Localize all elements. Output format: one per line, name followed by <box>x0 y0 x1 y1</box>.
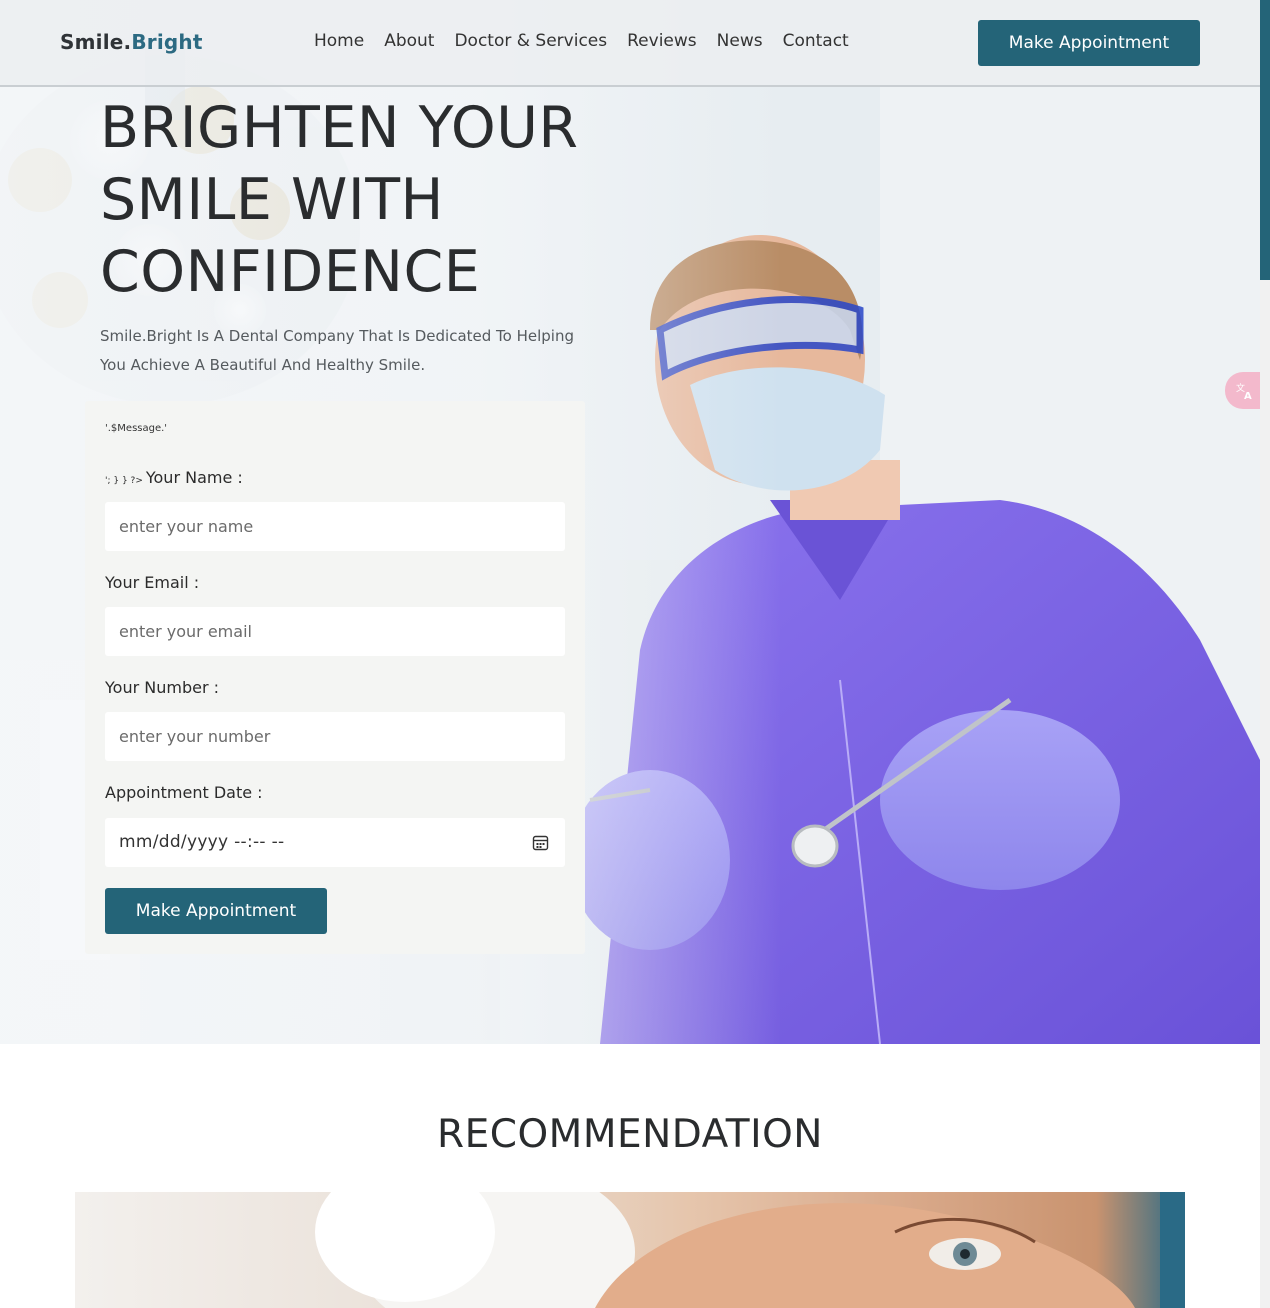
nav-about[interactable]: About <box>384 31 434 51</box>
hero-subtitle: Smile.Bright Is A Dental Company That Is… <box>100 327 575 374</box>
scrollbar-thumb[interactable] <box>1260 0 1270 280</box>
hero-section: BRIGHTEN YOUR SMILE WITH CONFIDENCE Smil… <box>0 0 1260 1044</box>
calendar-icon[interactable] <box>532 834 549 851</box>
email-input[interactable] <box>105 607 565 656</box>
nav-home[interactable]: Home <box>314 31 364 51</box>
number-input[interactable] <box>105 712 565 761</box>
hero-title-line: CONFIDENCE <box>100 239 481 305</box>
logo-main: Smile. <box>60 30 132 54</box>
hero-title-line: BRIGHTEN YOUR <box>100 95 579 161</box>
form-message: '.$Message.' <box>105 423 168 434</box>
site-logo[interactable]: Smile.Bright <box>60 30 203 54</box>
translate-widget[interactable]: 文 A <box>1225 372 1265 409</box>
nav-doctor-services[interactable]: Doctor & Services <box>454 31 607 51</box>
main-nav: Home About Doctor & Services Reviews New… <box>314 31 849 51</box>
php-fragment: '; } } ?> <box>105 476 143 486</box>
nav-reviews[interactable]: Reviews <box>627 31 697 51</box>
date-label: Appointment Date : <box>105 783 263 802</box>
make-appointment-submit-button[interactable]: Make Appointment <box>105 888 327 934</box>
logo-accent: Bright <box>131 30 203 54</box>
name-label-text: Your Name : <box>145 468 243 487</box>
name-input[interactable] <box>105 502 565 551</box>
recommendation-photo-art <box>315 1192 1185 1308</box>
make-appointment-header-button[interactable]: Make Appointment <box>978 20 1200 66</box>
number-label: Your Number : <box>105 678 219 697</box>
appointment-form: '.$Message.' '; } } ?>Your Name : Your E… <box>85 401 585 954</box>
recommendation-photo <box>75 1192 1185 1308</box>
nav-news[interactable]: News <box>717 31 763 51</box>
hero-title: BRIGHTEN YOUR SMILE WITH CONFIDENCE <box>100 92 660 308</box>
nav-contact[interactable]: Contact <box>783 31 849 51</box>
translate-icon: 文 A <box>1236 382 1252 401</box>
recommendation-title: RECOMMENDATION <box>437 1112 823 1157</box>
date-input[interactable]: mm/dd/yyyy --:-- -- <box>105 818 565 867</box>
date-value: mm/dd/yyyy --:-- -- <box>119 832 285 852</box>
site-header: Smile.Bright Home About Doctor & Service… <box>0 0 1260 87</box>
hero-title-line: SMILE WITH <box>100 167 444 233</box>
svg-text:A: A <box>1244 391 1252 401</box>
name-label: '; } } ?> Your Name : <box>105 468 243 487</box>
email-label: Your Email : <box>105 573 200 592</box>
